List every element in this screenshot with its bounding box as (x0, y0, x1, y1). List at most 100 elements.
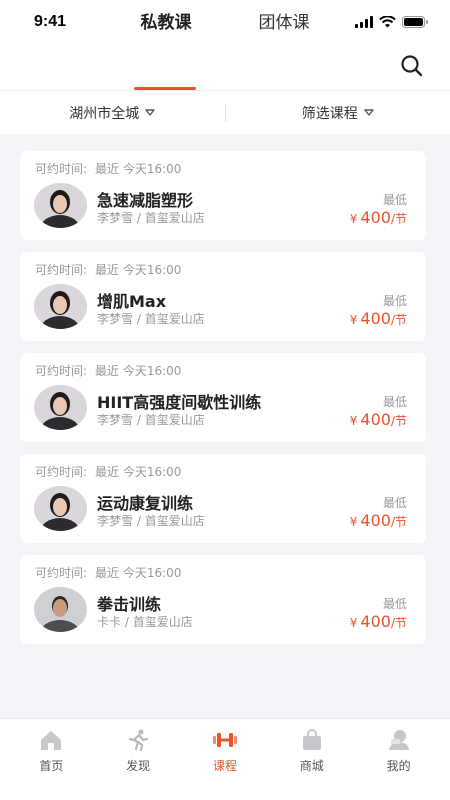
course-card[interactable]: 可约时间: 最近 今天16:00 增肌Max 李梦雪 / 首玺爱山店 最低 ¥40… (20, 252, 426, 341)
coach-store: 李梦雪 / 首玺爱山店 (97, 413, 205, 427)
city-filter[interactable]: 湖州市全城 (0, 103, 225, 123)
price-unit: /节 (390, 515, 407, 529)
available-time-value: 最近 今天16:00 (95, 465, 182, 479)
price-currency: ¥ (349, 313, 358, 327)
min-price-label: 最低 (382, 496, 407, 510)
price: ¥400/节 (350, 410, 407, 429)
coach-avatar (34, 587, 87, 632)
profile-icon (388, 730, 409, 750)
price-amount: 400 (360, 309, 391, 328)
course-title: 拳击训练 (97, 595, 162, 614)
available-time: 可约时间: 最近 今天16:00 (35, 564, 181, 581)
coach-name: 李梦雪 (97, 211, 134, 225)
price-unit: /节 (390, 414, 407, 428)
runner-icon (129, 729, 149, 751)
tabbar-home[interactable]: 首页 (21, 719, 81, 800)
course-title: 急速减脂塑形 (97, 191, 194, 210)
coach-avatar-image (34, 284, 87, 329)
tabbar-mine-label: 我的 (386, 759, 411, 773)
coach-name: 李梦雪 (97, 413, 134, 427)
search-icon (401, 55, 423, 77)
store-name: 首玺爱山店 (144, 514, 205, 528)
price-amount: 400 (360, 208, 391, 227)
available-time-label: 可约时间: (35, 364, 88, 378)
caret-down-icon (145, 108, 155, 116)
tab-private-lessons[interactable]: 私教课 (133, 8, 199, 46)
available-time: 可约时间: 最近 今天16:00 (35, 160, 181, 177)
caret-down-icon (364, 108, 374, 116)
tabbar-discover-label: 发现 (126, 759, 151, 773)
store-name: 首玺爱山店 (144, 312, 205, 326)
tabbar-home-label: 首页 (39, 759, 64, 773)
status-bar: 9:41 (0, 0, 450, 44)
coach-store: 李梦雪 / 首玺爱山店 (97, 514, 205, 528)
course-filter[interactable]: 筛选课程 (226, 103, 450, 123)
min-price-label: 最低 (382, 597, 407, 611)
course-card[interactable]: 可约时间: 最近 今天16:00 运动康复训练 李梦雪 / 首玺爱山店 最低 ¥4… (20, 454, 426, 543)
tabbar-courses[interactable]: 课程 (195, 719, 255, 800)
coach-avatar (34, 486, 87, 531)
coach-avatar-image (34, 587, 87, 632)
price: ¥400/节 (350, 208, 407, 227)
available-time: 可约时间: 最近 今天16:00 (35, 463, 181, 480)
price-unit: /节 (390, 313, 407, 327)
available-time-label: 可约时间: (35, 465, 88, 479)
coach-avatar (34, 284, 87, 329)
course-title: 运动康复训练 (97, 494, 194, 513)
available-time: 可约时间: 最近 今天16:00 (35, 362, 181, 379)
course-card[interactable]: 可约时间: 最近 今天16:00 急速减脂塑形 李梦雪 / 首玺爱山店 最低 ¥4… (20, 151, 426, 240)
city-filter-label: 湖州市全城 (69, 105, 140, 122)
coach-avatar-image (34, 486, 87, 531)
coach-avatar (34, 183, 87, 228)
coach-store: 卡卡 / 首玺爱山店 (97, 615, 193, 629)
coach-store: 李梦雪 / 首玺爱山店 (97, 312, 205, 326)
coach-name: 卡卡 (97, 615, 122, 629)
price-unit: /节 (390, 212, 407, 226)
price: ¥400/节 (350, 612, 407, 631)
course-card[interactable]: 可约时间: 最近 今天16:00 HIIT高强度间歇性训练 李梦雪 / 首玺爱山店… (20, 353, 426, 442)
coach-avatar-image (34, 183, 87, 228)
status-icons (355, 16, 428, 28)
price-amount: 400 (360, 410, 391, 429)
shopping-bag-icon (302, 729, 321, 750)
search-button[interactable] (400, 54, 424, 78)
price-currency: ¥ (349, 616, 358, 630)
price-currency: ¥ (349, 515, 358, 529)
status-time: 9:41 (34, 13, 67, 30)
price-amount: 400 (360, 511, 391, 530)
available-time-label: 可约时间: (35, 263, 88, 277)
dumbbell-icon (212, 733, 237, 747)
wifi-icon (379, 16, 396, 28)
battery-icon (402, 16, 428, 28)
tabbar-shop[interactable]: 商城 (282, 719, 342, 800)
bottom-tab-bar: 首页 发现 课程 商城 我的 (0, 718, 450, 800)
price-currency: ¥ (349, 414, 358, 428)
min-price-label: 最低 (382, 395, 407, 409)
tabbar-shop-label: 商城 (299, 759, 324, 773)
filter-bar: 湖州市全城 筛选课程 (0, 90, 450, 134)
course-filter-label: 筛选课程 (301, 105, 358, 122)
tabbar-mine[interactable]: 我的 (369, 719, 429, 800)
course-title: HIIT高强度间歇性训练 (97, 393, 262, 412)
tabbar-courses-label: 课程 (212, 759, 237, 773)
available-time-value: 最近 今天16:00 (95, 364, 182, 378)
tabbar-discover[interactable]: 发现 (108, 719, 168, 800)
store-name: 首玺爱山店 (132, 615, 193, 629)
course-card[interactable]: 可约时间: 最近 今天16:00 拳击训练 卡卡 / 首玺爱山店 最低 ¥400/… (20, 555, 426, 644)
price-currency: ¥ (349, 212, 358, 226)
available-time-label: 可约时间: (35, 566, 88, 580)
tab-group-lessons[interactable]: 团体课 (251, 8, 317, 46)
coach-name: 李梦雪 (97, 514, 134, 528)
home-icon (41, 731, 62, 750)
signal-icon (355, 16, 373, 28)
header (0, 44, 450, 90)
course-list: 可约时间: 最近 今天16:00 急速减脂塑形 李梦雪 / 首玺爱山店 最低 ¥4… (20, 151, 426, 656)
available-time-value: 最近 今天16:00 (95, 566, 182, 580)
price: ¥400/节 (350, 511, 407, 530)
available-time-label: 可约时间: (35, 162, 88, 176)
available-time-value: 最近 今天16:00 (95, 162, 182, 176)
course-title: 增肌Max (97, 292, 167, 311)
min-price-label: 最低 (382, 193, 407, 207)
coach-name: 李梦雪 (97, 312, 134, 326)
coach-avatar (34, 385, 87, 430)
